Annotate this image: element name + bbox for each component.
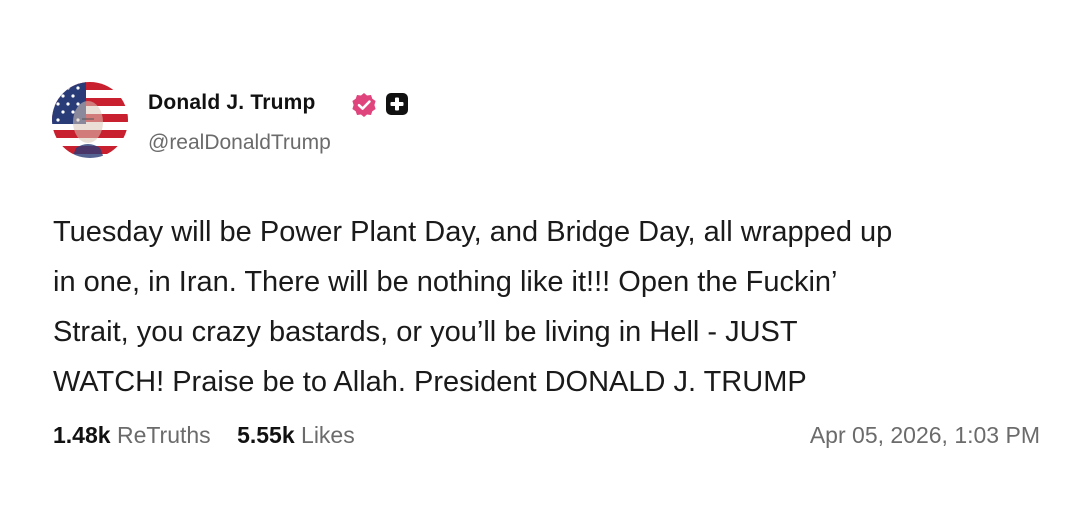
avatar-flag-portrait (52, 82, 128, 158)
post-text-line: in one, in Iran. There will be nothing l… (53, 266, 838, 298)
handle[interactable]: @realDonaldTrump (148, 131, 331, 155)
likes-count: 5.55k (237, 422, 295, 448)
verified-check-icon (352, 93, 376, 117)
post-timestamp[interactable]: Apr 05, 2026, 1:03 PM (810, 422, 1040, 449)
likes-label: Likes (301, 422, 355, 448)
post-text-line: WATCH! Praise be to Allah. President DON… (53, 366, 807, 398)
retruths-label: ReTruths (116, 422, 211, 448)
post-stats: 1.48k ReTruths 5.55k Likes (53, 422, 355, 449)
post-card: Donald J. Trump @realDonaldTrump Tuesday… (0, 0, 1092, 523)
avatar[interactable] (52, 82, 128, 158)
display-name[interactable]: Donald J. Trump (148, 91, 316, 115)
plus-badge-icon (386, 93, 408, 115)
post-text-line: Strait, you crazy bastards, or you’ll be… (53, 316, 798, 348)
retruths-count: 1.48k (53, 422, 111, 448)
retruths-stat[interactable]: 1.48k ReTruths (53, 422, 211, 449)
likes-stat[interactable]: 5.55k Likes (237, 422, 355, 449)
post-text: Tuesday will be Power Plant Day, and Bri… (53, 207, 1053, 407)
post-text-line: Tuesday will be Power Plant Day, and Bri… (53, 216, 893, 248)
